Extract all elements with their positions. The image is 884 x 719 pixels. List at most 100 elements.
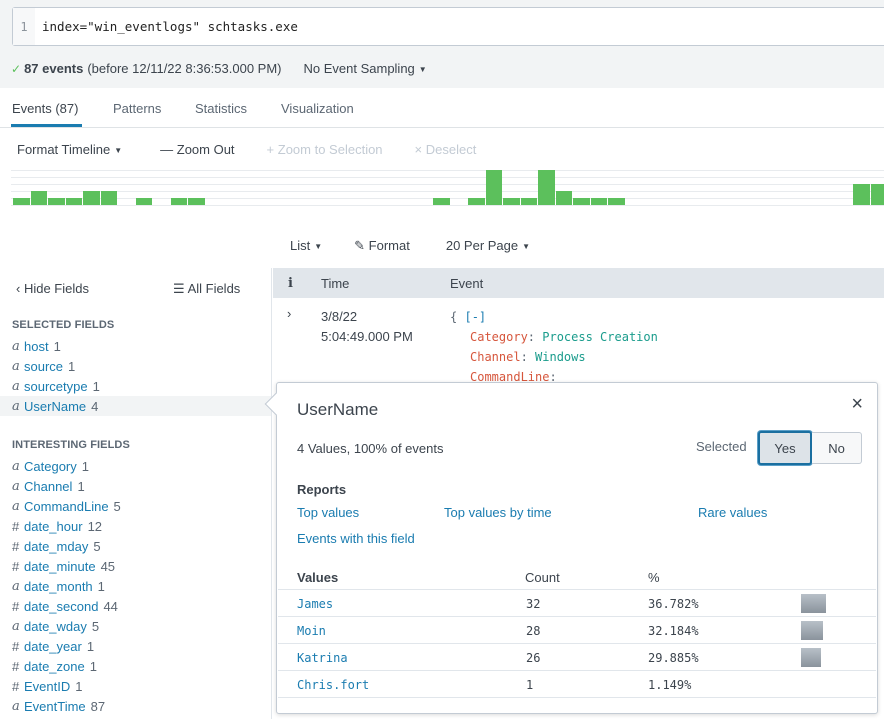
- field-item-eventid[interactable]: # EventID 1: [0, 676, 271, 696]
- timeline-bar[interactable]: [608, 198, 625, 205]
- timeline-bar[interactable]: [573, 198, 590, 205]
- expand-chevron-icon[interactable]: ›: [287, 306, 291, 321]
- format-button[interactable]: ✎ Format: [354, 238, 410, 254]
- selected-no-button[interactable]: No: [812, 432, 862, 464]
- value-link[interactable]: James: [297, 597, 333, 611]
- json-value[interactable]: Windows: [535, 350, 586, 364]
- all-fields-button[interactable]: ☰ All Fields: [173, 281, 240, 297]
- timeline-bar[interactable]: [468, 198, 485, 205]
- tab-statistics[interactable]: Statistics: [195, 101, 247, 116]
- tab-patterns[interactable]: Patterns: [113, 101, 161, 116]
- timeline-bar[interactable]: [13, 198, 30, 205]
- field-name: sourcetype: [24, 378, 88, 394]
- values-table-row: Katrina 26 29.885%: [278, 644, 876, 671]
- deselect-button[interactable]: × Deselect: [415, 142, 477, 157]
- value-percent: 32.184%: [648, 624, 699, 638]
- json-value[interactable]: Process Creation: [542, 330, 658, 344]
- selected-yes-button[interactable]: Yes: [758, 431, 812, 465]
- field-item-source[interactable]: a source 1: [0, 356, 271, 376]
- field-count: 1: [53, 338, 61, 354]
- field-item-date_zone[interactable]: # date_zone 1: [0, 656, 271, 676]
- json-collapse-toggle[interactable]: [-]: [464, 310, 486, 324]
- field-count: 1: [77, 478, 85, 494]
- event-sampling-dropdown[interactable]: No Event Sampling ▼: [304, 61, 427, 76]
- time-column-header[interactable]: Time: [321, 276, 349, 291]
- timeline-bar[interactable]: [503, 198, 520, 205]
- per-page-dropdown[interactable]: 20 Per Page ▼: [446, 238, 530, 254]
- format-timeline-button[interactable]: Format Timeline ▼: [17, 142, 122, 157]
- field-item-eventtime[interactable]: a EventTime 87: [0, 696, 271, 716]
- timeline-bar[interactable]: [188, 198, 205, 205]
- number-type-icon: #: [12, 518, 20, 534]
- timeline-bar[interactable]: [485, 170, 502, 205]
- field-name: date_month: [24, 578, 93, 594]
- field-item-date_year[interactable]: # date_year 1: [0, 636, 271, 656]
- timeline-bar[interactable]: [83, 191, 100, 205]
- field-count: 1: [81, 458, 89, 474]
- fields-sidebar: ‹ Hide Fields ☰ All Fields SELECTED FIEL…: [0, 268, 272, 719]
- field-item-date_month[interactable]: a date_month 1: [0, 576, 271, 596]
- search-query[interactable]: index="win_eventlogs" schtasks.exe: [35, 19, 298, 34]
- value-count: 26: [526, 651, 541, 665]
- number-type-icon: #: [12, 658, 20, 674]
- timeline-bar[interactable]: [30, 191, 47, 205]
- top-values-by-time-link[interactable]: Top values by time: [444, 505, 552, 520]
- tab-visualization[interactable]: Visualization: [281, 101, 354, 116]
- timeline-bar[interactable]: [538, 170, 555, 205]
- list-view-dropdown[interactable]: List ▼: [290, 238, 322, 254]
- timeline-histogram[interactable]: [11, 168, 884, 208]
- timeline-bar[interactable]: [520, 198, 537, 205]
- field-name: EventID: [24, 678, 71, 694]
- field-item-commandline[interactable]: a CommandLine 5: [0, 496, 271, 516]
- field-item-date_minute[interactable]: # date_minute 45: [0, 556, 271, 576]
- field-count: 45: [100, 558, 116, 574]
- field-item-sourcetype[interactable]: a sourcetype 1: [0, 376, 271, 396]
- timeline-bar[interactable]: [100, 191, 117, 205]
- json-key[interactable]: Category: [470, 330, 528, 344]
- timeline-bar[interactable]: [433, 198, 450, 205]
- zoom-to-selection-button[interactable]: + Zoom to Selection: [267, 142, 383, 157]
- field-name: date_zone: [24, 658, 85, 674]
- field-item-host[interactable]: a host 1: [0, 336, 271, 356]
- field-item-category[interactable]: a Category 1: [0, 456, 271, 476]
- field-item-channel[interactable]: a Channel 1: [0, 476, 271, 496]
- timeline-bar[interactable]: [555, 191, 572, 205]
- timeline-gridline: [11, 191, 884, 192]
- tab-events[interactable]: Events (87): [12, 101, 78, 116]
- search-input[interactable]: 1 index="win_eventlogs" schtasks.exe: [12, 7, 884, 46]
- field-item-date_second[interactable]: # date_second 44: [0, 596, 271, 616]
- results-tabs: Events (87) Patterns Statistics Visualiz…: [0, 88, 884, 128]
- field-item-username[interactable]: a UserName 4: [0, 396, 271, 416]
- zoom-out-button[interactable]: — Zoom Out: [160, 142, 234, 157]
- field-item-date_hour[interactable]: # date_hour 12: [0, 516, 271, 536]
- hide-fields-button[interactable]: ‹ Hide Fields: [16, 281, 89, 296]
- field-item-date_wday[interactable]: a date_wday 5: [0, 616, 271, 636]
- timeline-bar[interactable]: [853, 184, 870, 205]
- value-link[interactable]: Moin: [297, 624, 326, 638]
- timeline-bar[interactable]: [135, 198, 152, 205]
- value-link[interactable]: Chris.fort: [297, 678, 369, 692]
- string-type-icon: a: [12, 498, 20, 514]
- event-column-header[interactable]: Event: [450, 276, 483, 291]
- caret-down-icon: ▼: [314, 242, 323, 252]
- field-name: date_year: [24, 638, 82, 654]
- time-range: (before 12/11/22 8:36:53.000 PM): [87, 61, 282, 76]
- timeline-bar[interactable]: [590, 198, 607, 205]
- rare-values-link[interactable]: Rare values: [698, 505, 767, 520]
- close-icon[interactable]: ×: [851, 393, 863, 416]
- value-link[interactable]: Katrina: [297, 651, 348, 665]
- pencil-icon: ✎: [354, 238, 369, 253]
- zoom-out-label: Zoom Out: [176, 142, 235, 157]
- number-type-icon: #: [12, 598, 20, 614]
- timeline-bar[interactable]: [65, 198, 82, 205]
- field-item-date_mday[interactable]: # date_mday 5: [0, 536, 271, 556]
- top-values-link[interactable]: Top values: [297, 505, 359, 520]
- timeline-bar[interactable]: [870, 184, 884, 205]
- values-column-header: Values: [297, 570, 339, 585]
- json-key[interactable]: Channel: [470, 350, 521, 364]
- events-with-field-link[interactable]: Events with this field: [297, 531, 415, 546]
- event-date: 3/8/22: [321, 309, 358, 324]
- timeline-bar[interactable]: [170, 198, 187, 205]
- json-field: Category: Process Creation: [470, 330, 658, 344]
- timeline-bar[interactable]: [48, 198, 65, 205]
